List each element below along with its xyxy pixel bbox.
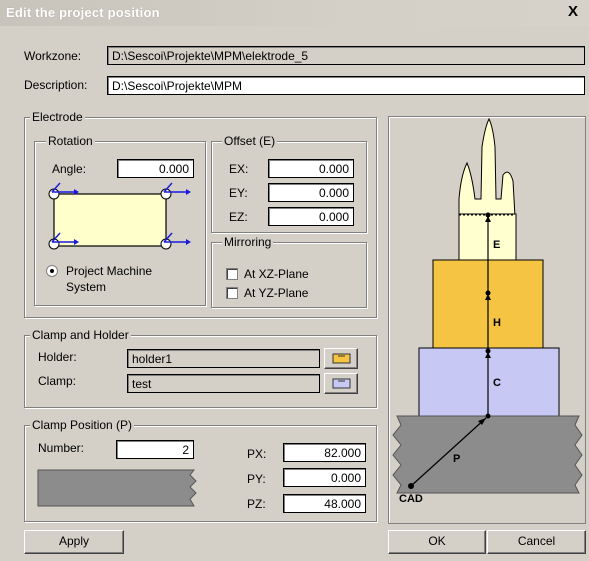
- clamp-field: test: [127, 374, 320, 393]
- ok-button[interactable]: OK: [388, 530, 486, 554]
- number-input[interactable]: 2: [116, 440, 194, 459]
- pz-label: PZ:: [247, 497, 266, 511]
- mirroring-group-title: Mirroring: [222, 235, 274, 249]
- clamp-label: Clamp:: [38, 374, 77, 388]
- holder-label: Holder:: [38, 350, 77, 364]
- angle-label: Angle:: [52, 162, 87, 176]
- stack-diagram: E H C P CAD: [392, 117, 583, 505]
- holder-field: holder1: [127, 349, 320, 368]
- radio-label-line1: Project Machine: [66, 264, 153, 278]
- ey-input[interactable]: 0.000: [268, 183, 354, 202]
- offset-group-title: Offset (E): [222, 134, 278, 148]
- clamp-shape: [418, 347, 560, 417]
- number-label: Number:: [38, 441, 85, 455]
- label-e: E: [493, 239, 500, 251]
- radio-label-line2: System: [66, 280, 107, 294]
- at-yz-plane-label: At YZ-Plane: [244, 286, 309, 300]
- clamp-browse-button[interactable]: [324, 373, 358, 394]
- at-xz-plane-label: At XZ-Plane: [244, 267, 309, 281]
- electrode-group-title: Electrode: [30, 110, 85, 124]
- py-input[interactable]: 0.000: [283, 468, 366, 487]
- close-button[interactable]: X: [565, 4, 581, 20]
- window-title: Edit the project position: [6, 5, 160, 20]
- holder-browse-button[interactable]: [324, 348, 358, 369]
- yellow-holder-icon: [332, 353, 351, 364]
- description-input[interactable]: D:\Sescoi\Projekte\MPM: [107, 76, 585, 95]
- py-label: PY:: [247, 472, 266, 486]
- label-cad: CAD: [399, 493, 423, 505]
- clamp-preview-icon: [37, 469, 197, 507]
- workzone-label: Workzone:: [24, 49, 82, 63]
- ey-label: EY:: [229, 186, 248, 200]
- rotation-group-title: Rotation: [46, 134, 95, 148]
- ex-label: EX:: [229, 162, 249, 176]
- at-xz-plane-checkbox[interactable]: [226, 268, 238, 280]
- description-label: Description:: [24, 78, 88, 92]
- clamp-position-group-title: Clamp Position (P): [30, 418, 135, 432]
- corner-handle-tr[interactable]: [160, 182, 191, 200]
- base-shape: [392, 415, 583, 494]
- px-label: PX:: [247, 447, 267, 461]
- blue-clamp-icon: [332, 378, 351, 389]
- clamp-holder-group: [24, 335, 377, 408]
- cancel-button[interactable]: Cancel: [487, 530, 586, 554]
- label-c: C: [493, 377, 501, 389]
- project-machine-system-radio[interactable]: [46, 265, 58, 277]
- px-input[interactable]: 82.000: [283, 443, 366, 462]
- ez-input[interactable]: 0.000: [268, 207, 354, 226]
- workzone-field: D:\Sescoi\Projekte\MPM\elektrode_5: [107, 46, 585, 65]
- ez-label: EZ:: [229, 210, 248, 224]
- pz-input[interactable]: 48.000: [283, 494, 366, 513]
- label-h: H: [493, 317, 501, 329]
- at-yz-plane-checkbox[interactable]: [226, 287, 238, 299]
- rotation-preview: [48, 182, 191, 250]
- clamp-holder-group-title: Clamp and Holder: [30, 328, 131, 342]
- ex-input[interactable]: 0.000: [268, 159, 354, 178]
- label-p: P: [453, 453, 460, 465]
- angle-input[interactable]: 0.000: [117, 159, 194, 178]
- apply-button[interactable]: Apply: [24, 530, 124, 554]
